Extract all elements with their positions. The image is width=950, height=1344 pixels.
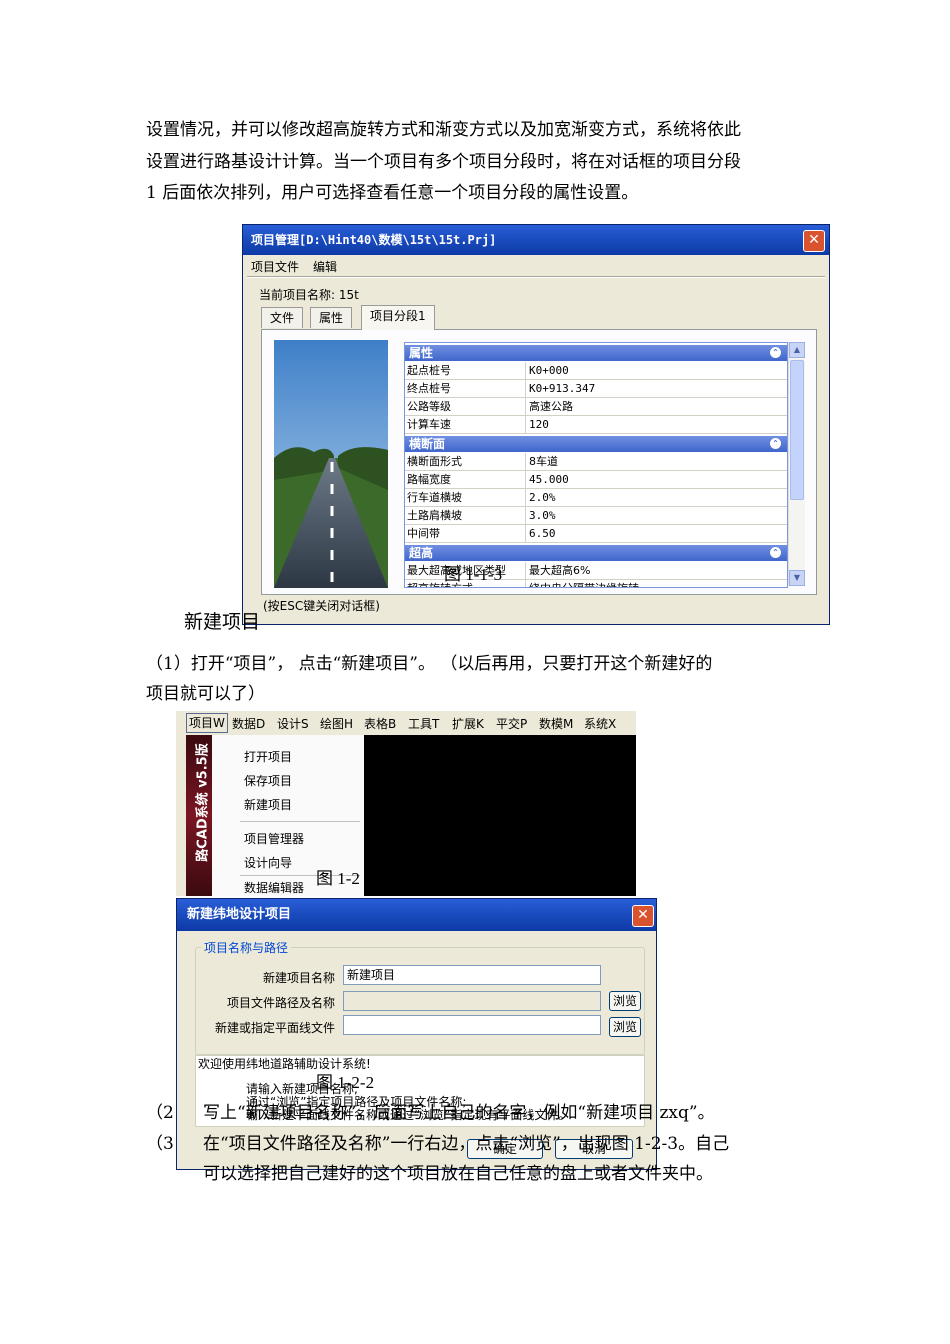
group-title: 项目名称与路径 [201,939,292,956]
grid-row[interactable]: 土路肩横坡 3.0% [405,507,787,525]
cad-window: 项目W 数据D 设计S 绘图H 表格B 工具T 扩展K 平交P 数模M 系统X … [176,711,636,896]
menu-design[interactable]: 设计S [277,715,309,732]
tab-properties[interactable]: 属性 [310,307,353,328]
intro-line-1: 设置情况，并可以修改超高旋转方式和渐变方式以及加宽渐变方式，系统将依此 [146,120,741,140]
step3-number: （3 [146,1134,174,1154]
scroll-up-icon[interactable]: ▲ [789,342,805,358]
tab-file[interactable]: 文件 [261,307,304,328]
scroll-down-icon[interactable]: ▼ [789,570,805,586]
menu-divider [247,276,825,278]
browse-alignment-button[interactable]: 浏览 [609,1017,641,1037]
section-heading: 新建项目 [184,611,261,633]
menu-project[interactable]: 项目W [186,713,228,733]
label-alignment-file: 新建或指定平面线文件 [214,1021,335,1035]
menu-item-new-project[interactable]: 新建项目 [244,796,292,813]
left-toolbar [176,735,186,896]
project-manager-dialog: 项目管理[D:\Hint40\数模\15t\15t.Prj] ✕ 项目文件 编辑 … [242,224,830,625]
dialog-menubar: 项目文件 编辑 [243,255,829,275]
grid-row[interactable]: 路幅宽度 45.000 [405,471,787,489]
category-superelevation[interactable]: 超高 ⌃ [405,545,787,561]
menu-item-design-wizard[interactable]: 设计向导 [244,854,292,871]
menu-system[interactable]: 系统X [584,715,616,732]
grid-row[interactable]: 终点桩号 K0+913.347 [405,380,787,398]
menu-item-save-project[interactable]: 保存项目 [244,772,292,789]
collapse-icon[interactable]: ⌃ [770,547,781,558]
product-banner: 路CAD系统 v5.5版 [186,735,212,896]
alignment-file-input[interactable] [343,1015,601,1035]
menu-extend[interactable]: 扩展K [452,715,484,732]
step3-line-2: 可以选择把自己建好的这个项目放在自己任意的盘上或者文件夹中。 [203,1164,713,1184]
collapse-icon[interactable]: ⌃ [770,438,781,449]
menu-dtm[interactable]: 数模M [539,715,573,732]
tab-panel: 属性 ⌃ 起点桩号 K0+000 终点桩号 K0+913.347 公路等级 高速公路 计… [261,329,817,595]
menu-project-file[interactable]: 项目文件 [243,255,305,275]
menu-edit[interactable]: 编辑 [305,255,343,275]
intro-line-3: 1 后面依次排列，用户可选择查看任意一个项目分段的属性设置。 [146,183,639,203]
grid-row[interactable]: 公路等级 高速公路 [405,398,787,416]
project-name-input[interactable]: 新建项目 [343,965,601,985]
step1-line-2: 项目就可以了） [146,684,265,704]
current-project-label: 当前项目名称: 15t [259,288,359,302]
figure-caption: 图 1-1-3 [444,565,503,584]
figure-caption: 图 1-2 [316,869,360,888]
grid-row[interactable]: 中间带 6.50 [405,525,787,543]
cad-menubar: 项目W 数据D 设计S 绘图H 表格B 工具T 扩展K 平交P 数模M 系统X [176,711,636,735]
step1-line-1: （1）打开“项目”， 点击“新建项目”。 （以后再用，只要打开这个新建好的 [146,654,713,674]
menu-draw[interactable]: 绘图H [320,715,353,732]
menu-item-project-manager[interactable]: 项目管理器 [244,830,304,847]
menu-item-open-project[interactable]: 打开项目 [244,748,292,765]
menu-item-data-editor[interactable]: 数据编辑器 [244,879,304,896]
dialog-title: 新建纬地设计项目 [177,899,656,931]
menu-separator [240,821,360,822]
menu-intersection[interactable]: 平交P [496,715,527,732]
category-cross-section[interactable]: 横断面 ⌃ [405,436,787,452]
tab-segment-1[interactable]: 项目分段1 [361,305,435,330]
vertical-scrollbar[interactable]: ▲ ▼ [788,342,805,586]
label-project-path: 项目文件路径及名称 [226,996,335,1010]
menu-data[interactable]: 数据D [232,715,265,732]
project-path-input[interactable] [343,991,601,1011]
step2-number: （2 [146,1103,174,1123]
collapse-icon[interactable]: ⌃ [770,347,781,358]
property-grid: 属性 ⌃ 起点桩号 K0+000 终点桩号 K0+913.347 公路等级 高速公路 计… [404,342,788,588]
menu-tools[interactable]: 工具T [408,715,439,732]
esc-hint: (按ESC键关闭对话框) [263,599,380,613]
scroll-thumb[interactable] [790,360,804,500]
close-icon[interactable]: ✕ [632,905,654,927]
dialog-title: 项目管理[D:\Hint40\数模\15t\15t.Prj] [243,225,829,255]
figure-caption: 图 1-2-2 [316,1073,375,1092]
close-icon[interactable]: ✕ [803,230,825,252]
grid-row[interactable]: 起点桩号 K0+000 [405,362,787,380]
intro-line-2: 设置进行路基设计计算。当一个项目有多个项目分段时，将在对话框的项目分段 [146,152,741,172]
label-project-name: 新建项目名称 [262,971,335,985]
grid-row[interactable]: 行车道横坡 2.0% [405,489,787,507]
grid-row[interactable]: 横断面形式 8车道 [405,453,787,471]
category-attributes[interactable]: 属性 ⌃ [405,345,787,361]
browse-path-button[interactable]: 浏览 [609,991,641,1011]
step3-line-1: 在“项目文件路径及名称”一行右边，点击“浏览”，出现图 1-2-3。自己 [203,1134,730,1154]
grid-row[interactable]: 计算车速 120 [405,416,787,434]
menu-table[interactable]: 表格B [364,715,396,732]
road-image [274,340,388,588]
step2-text: 写上“新建项目名称”，后面写上自己的名字，例如“新建项目 zxq”。 [203,1103,715,1123]
